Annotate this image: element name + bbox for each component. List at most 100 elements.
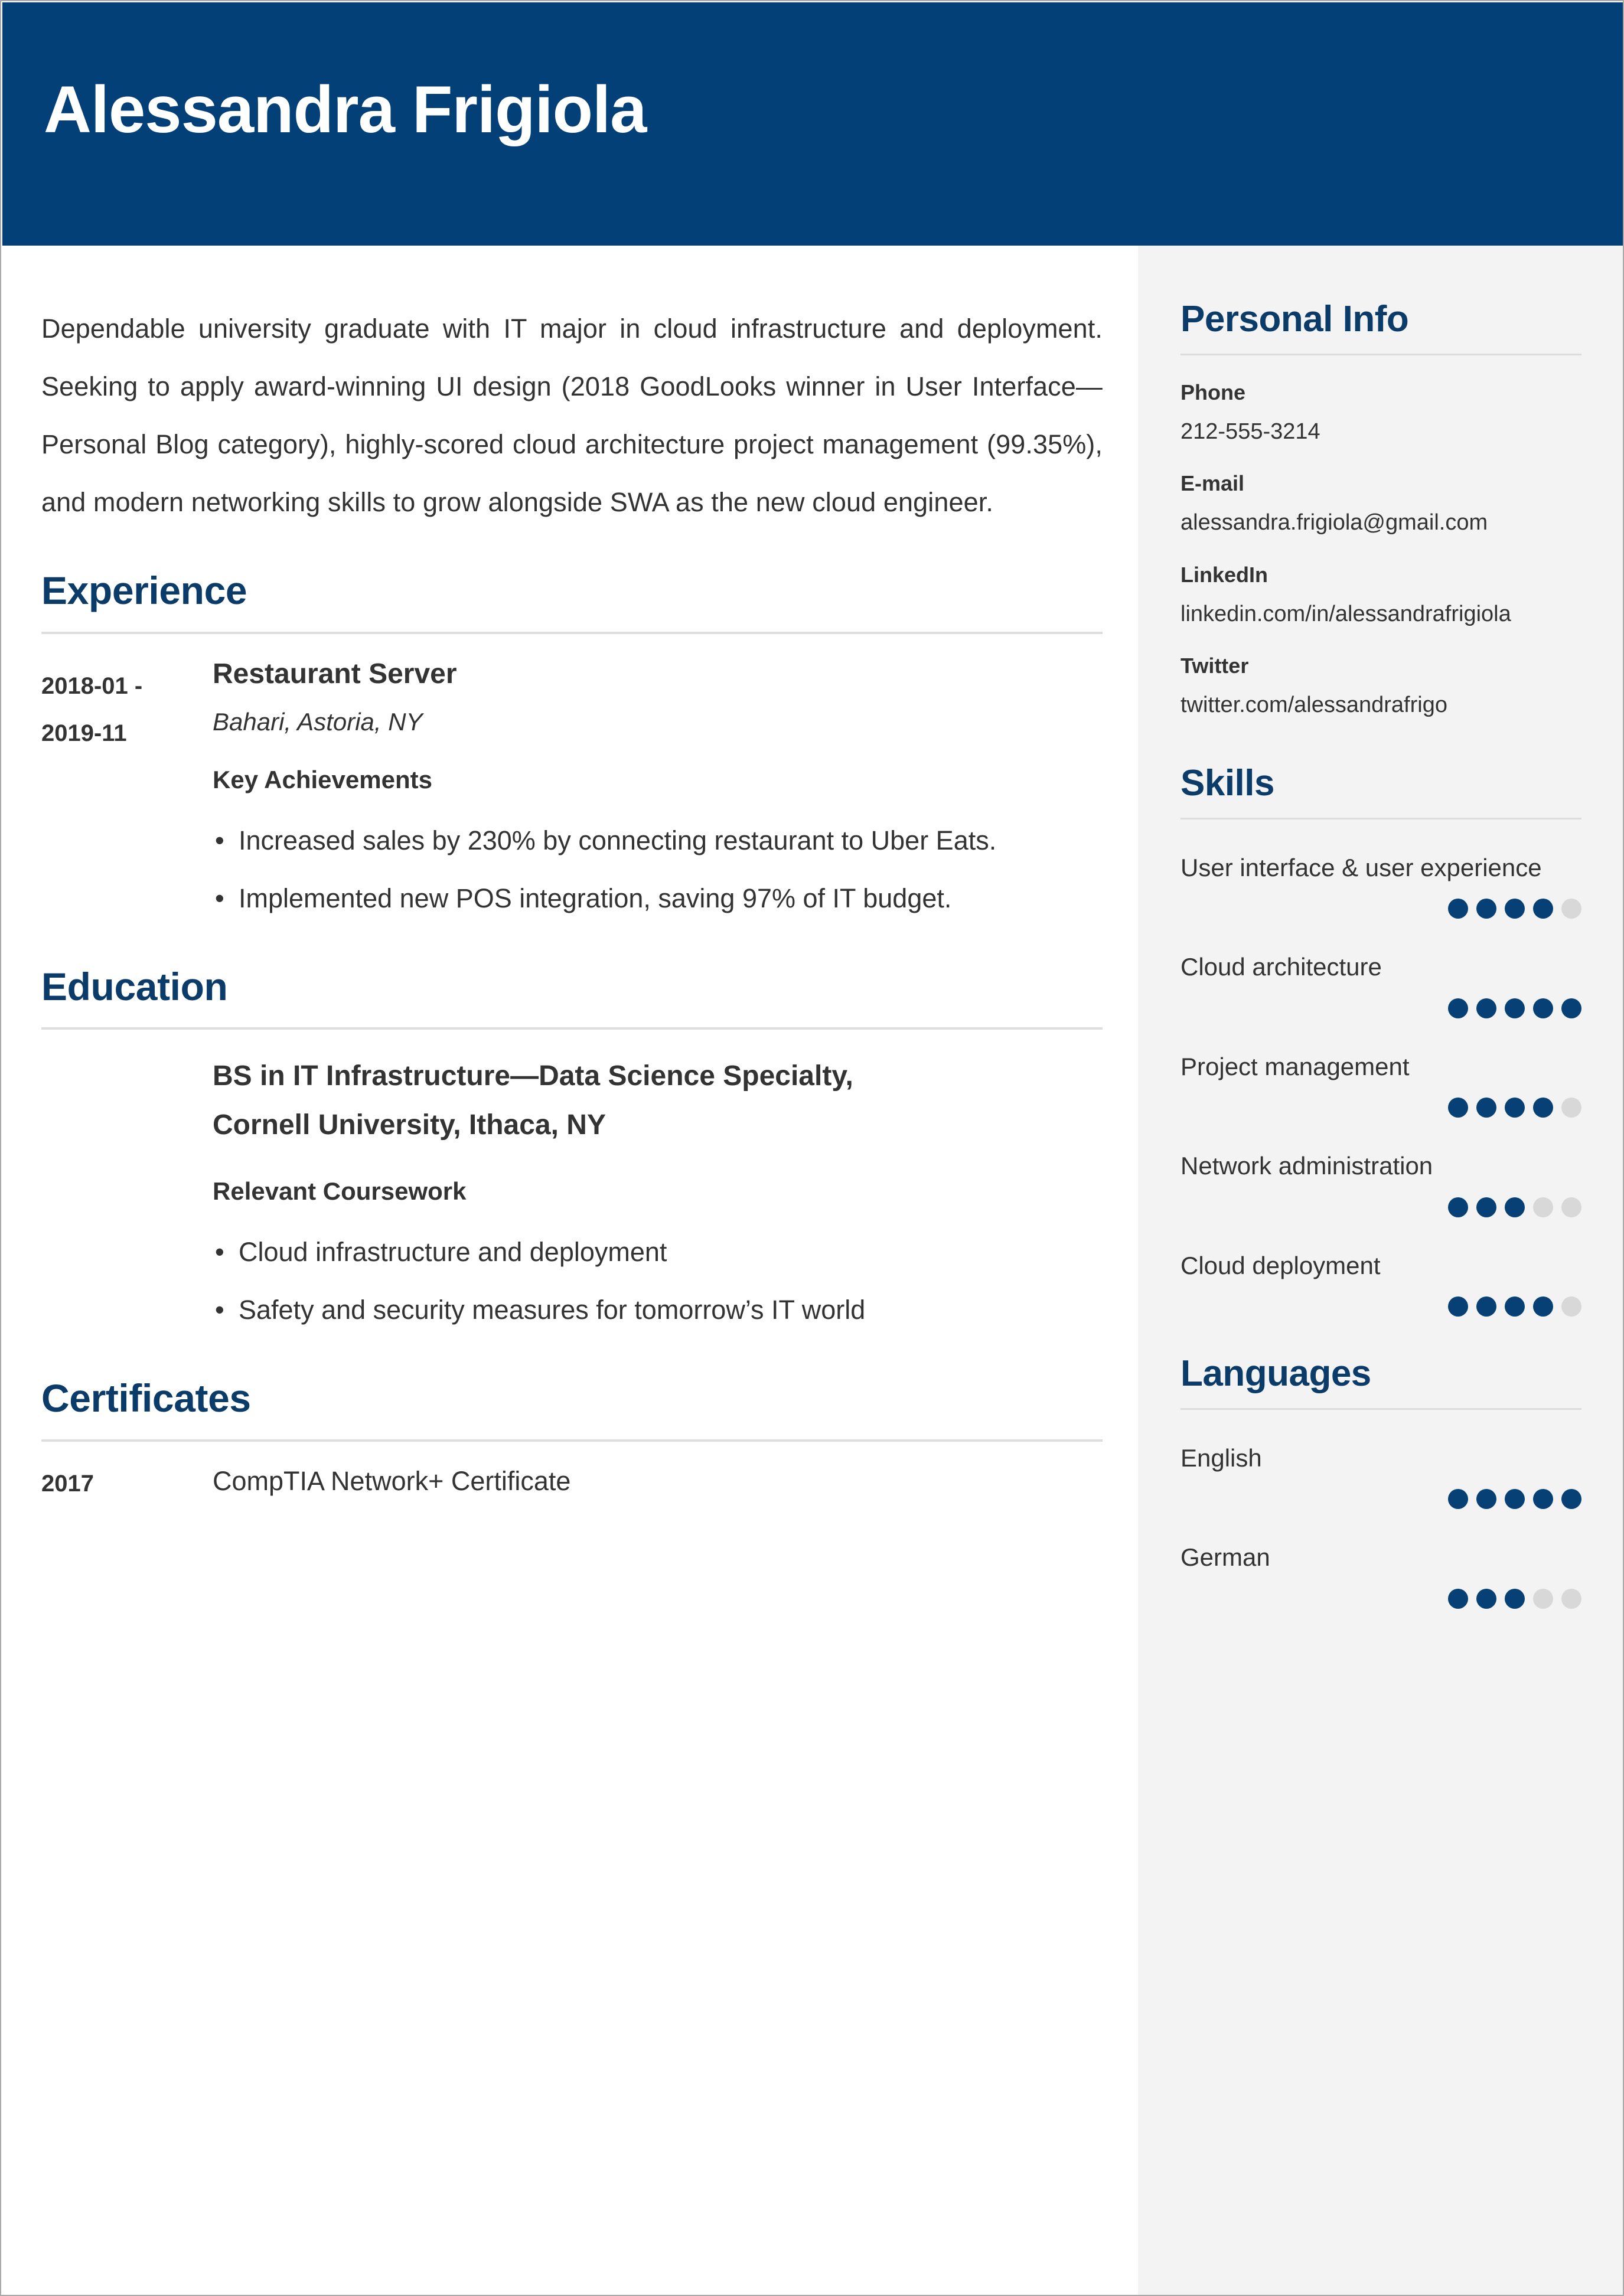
page-title: Alessandra Frigiola — [44, 73, 647, 146]
rating-dot-filled — [1448, 1489, 1468, 1510]
language-item: German — [1181, 1535, 1581, 1609]
rating-dot-filled — [1476, 998, 1496, 1018]
rating-dot-empty — [1533, 1588, 1553, 1609]
personal-info-value-linkedin[interactable]: linkedin.com/in/alessandrafrigiola — [1181, 600, 1581, 629]
language-label: German — [1181, 1543, 1270, 1572]
rating-dot-empty — [1561, 1098, 1581, 1118]
skill-rating-dots — [1181, 1296, 1581, 1317]
experience-date-to: 2019-11 — [41, 720, 127, 746]
skill-label: Cloud architecture — [1181, 953, 1382, 981]
language-rating-dots — [1181, 1489, 1581, 1510]
sidebar-title-personal-info: Personal Info — [1181, 299, 1409, 339]
certificate-entry: 2017 CompTIA Network+ Certificate — [41, 1442, 1103, 1500]
personal-info-label-phone: Phone — [1181, 380, 1246, 405]
rating-dot-empty — [1561, 899, 1581, 919]
rating-dot-filled — [1533, 1296, 1553, 1317]
resume-body: Dependable university graduate with IT m… — [2, 246, 1623, 2295]
sidebar-title-languages: Languages — [1181, 1353, 1371, 1394]
experience-date-from: 2018-01 - — [41, 672, 143, 699]
list-item: Cloud infrastructure and deployment — [213, 1223, 1103, 1281]
relevant-coursework-label: Relevant Coursework — [213, 1177, 467, 1206]
resume-header-banner: Alessandra Frigiola — [2, 2, 1623, 246]
skill-label: Cloud deployment — [1181, 1251, 1381, 1279]
education-degree-line-2: Cornell University, Ithaca, NY — [213, 1109, 606, 1141]
rating-dot-filled — [1505, 1197, 1525, 1217]
experience-achievements-list: Increased sales by 230% by connecting re… — [213, 812, 1103, 927]
skill-item: Network administration — [1181, 1144, 1581, 1217]
experience-entry: 2018-01 - 2019-11 Restaurant Server Baha… — [41, 634, 1103, 927]
skill-rating-dots — [1181, 1197, 1581, 1217]
education-details: BS in IT Infrastructure—Data Science Spe… — [213, 1052, 1103, 1339]
rating-dot-filled — [1505, 998, 1525, 1018]
rating-dot-filled — [1448, 1296, 1468, 1317]
rating-dot-empty — [1533, 1197, 1553, 1217]
skill-label: Project management — [1181, 1052, 1410, 1080]
education-coursework-list: Cloud infrastructure and deployment Safe… — [213, 1223, 1103, 1339]
rating-dot-empty — [1561, 1296, 1581, 1317]
rating-dot-filled — [1448, 1197, 1468, 1217]
skill-label: Network administration — [1181, 1152, 1433, 1180]
certificate-year: 2017 — [41, 1470, 94, 1497]
sidebar-title-skills: Skills — [1181, 762, 1275, 804]
rating-dot-filled — [1533, 998, 1553, 1018]
rating-dot-filled — [1448, 1588, 1468, 1609]
language-rating-dots — [1181, 1588, 1581, 1609]
section-experience: Experience 2018-01 - 2019-11 Restaurant … — [41, 570, 1103, 927]
certificate-name: CompTIA Network+ Certificate — [213, 1465, 571, 1496]
section-title-certificates: Certificates — [41, 1376, 251, 1420]
rating-dot-filled — [1476, 899, 1496, 919]
skill-rating-dots — [1181, 1098, 1581, 1118]
education-entry: BS in IT Infrastructure—Data Science Spe… — [41, 1030, 1103, 1339]
rating-dot-filled — [1561, 1489, 1581, 1510]
language-label: English — [1181, 1444, 1262, 1472]
sidebar-section-languages: Languages English German — [1181, 1317, 1581, 1609]
experience-job-title: Restaurant Server — [213, 658, 457, 690]
section-certificates: Certificates 2017 CompTIA Network+ Certi… — [41, 1376, 1103, 1500]
personal-info-value-email[interactable]: alessandra.frigiola@gmail.com — [1181, 508, 1581, 537]
rating-dot-filled — [1533, 1489, 1553, 1510]
rating-dot-filled — [1505, 1296, 1525, 1317]
rating-dot-empty — [1561, 1588, 1581, 1609]
sidebar-divider — [1181, 354, 1581, 356]
rating-dot-filled — [1448, 998, 1468, 1018]
rating-dot-filled — [1448, 1098, 1468, 1118]
sidebar-divider — [1181, 817, 1581, 819]
rating-dot-filled — [1533, 1098, 1553, 1118]
section-education: Education BS in IT Infrastructure—Data S… — [41, 966, 1103, 1339]
personal-info-label-linkedin: LinkedIn — [1181, 562, 1268, 587]
rating-dot-filled — [1505, 1588, 1525, 1609]
skill-rating-dots — [1181, 998, 1581, 1018]
education-degree-line-1: BS in IT Infrastructure—Data Science Spe… — [213, 1060, 853, 1092]
language-item: English — [1181, 1436, 1581, 1510]
sidebar-column: Personal Info Phone 212-555-3214 E-mail … — [1138, 246, 1623, 2295]
rating-dot-filled — [1505, 899, 1525, 919]
rating-dot-empty — [1561, 1197, 1581, 1217]
skill-item: Project management — [1181, 1044, 1581, 1118]
personal-info-value-twitter[interactable]: twitter.com/alessandrafrigo — [1181, 691, 1581, 720]
rating-dot-filled — [1476, 1197, 1496, 1217]
skill-item: Cloud deployment — [1181, 1243, 1581, 1317]
sidebar-section-skills: Skills User interface & user experience … — [1181, 720, 1581, 1317]
personal-info-value-phone: 212-555-3214 — [1181, 419, 1320, 445]
rating-dot-filled — [1533, 899, 1553, 919]
key-achievements-label: Key Achievements — [213, 766, 432, 794]
rating-dot-filled — [1476, 1296, 1496, 1317]
rating-dot-filled — [1448, 899, 1468, 919]
section-title-education: Education — [41, 965, 228, 1009]
skill-item: Cloud architecture — [1181, 945, 1581, 1018]
personal-info-label-twitter: Twitter — [1181, 654, 1249, 678]
skill-label: User interface & user experience — [1181, 853, 1542, 881]
rating-dot-filled — [1476, 1489, 1496, 1510]
education-dates — [41, 1052, 213, 1339]
list-item: Safety and security measures for tomorro… — [213, 1281, 1103, 1339]
rating-dot-filled — [1505, 1489, 1525, 1510]
skill-item: User interface & user experience — [1181, 845, 1581, 919]
rating-dot-filled — [1476, 1098, 1496, 1118]
list-item: Implemented new POS integration, saving … — [213, 870, 1103, 927]
personal-info-label-email: E-mail — [1181, 471, 1245, 496]
experience-details: Restaurant Server Bahari, Astoria, NY Ke… — [213, 657, 1103, 927]
sidebar-section-personal-info: Personal Info Phone 212-555-3214 E-mail … — [1181, 246, 1581, 720]
rating-dot-filled — [1476, 1588, 1496, 1609]
main-column: Dependable university graduate with IT m… — [2, 246, 1138, 2295]
section-title-experience: Experience — [41, 569, 247, 613]
